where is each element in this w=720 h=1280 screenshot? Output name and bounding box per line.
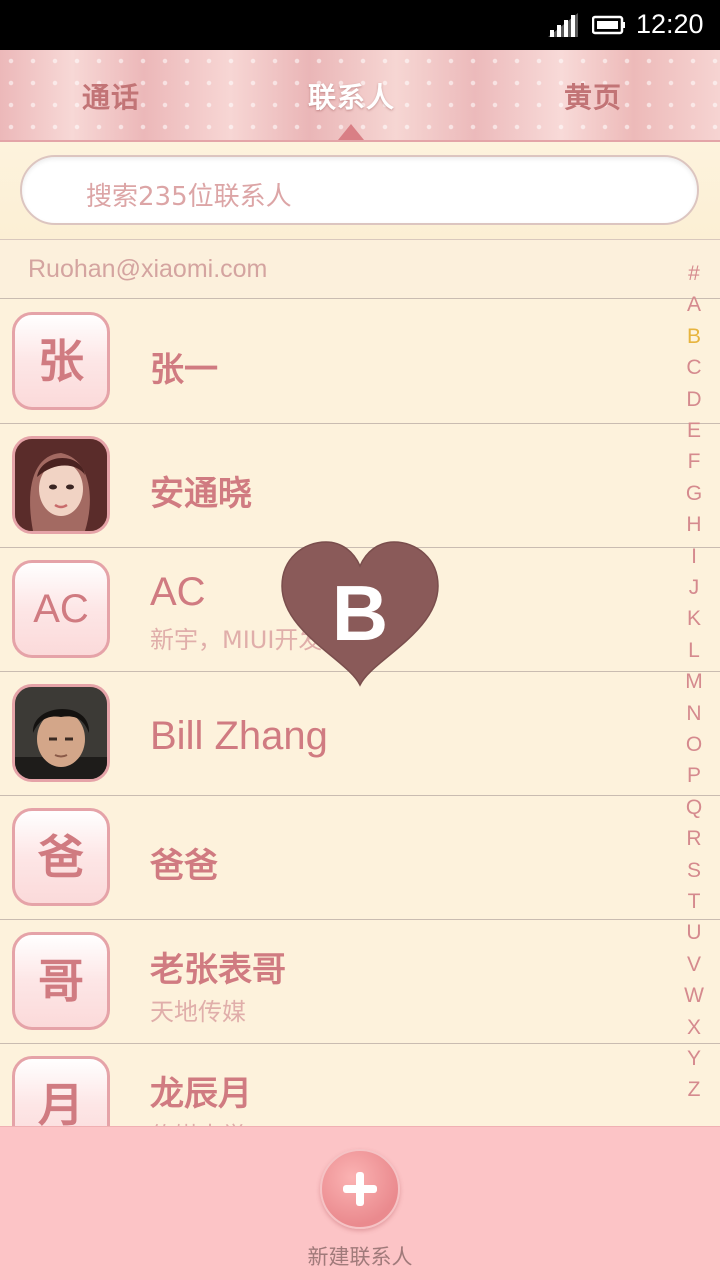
index-letter-l[interactable]: L <box>676 639 712 663</box>
tab-calls[interactable]: 通话 <box>82 76 140 116</box>
avatar: 爸 <box>12 808 110 906</box>
index-letter-c[interactable]: C <box>676 356 712 380</box>
avatar <box>12 436 110 534</box>
contact-name: Bill Zhang <box>150 714 328 758</box>
index-letter-hash[interactable]: # <box>676 262 712 286</box>
index-letter-o[interactable]: O <box>676 733 712 757</box>
search-area: 搜索235位联系人 <box>0 142 720 239</box>
contact-row[interactable]: 爸 爸爸 <box>0 796 720 920</box>
index-letter-k[interactable]: K <box>676 607 712 631</box>
active-tab-indicator <box>338 124 364 140</box>
account-email: Ruohan@xiaomi.com <box>28 255 268 283</box>
avatar: 哥 <box>12 932 110 1030</box>
index-letter-n[interactable]: N <box>676 702 712 726</box>
contact-name: 安通晓 <box>150 474 252 514</box>
contact-name: 龙辰月 <box>150 1074 252 1114</box>
battery-icon <box>592 15 625 35</box>
status-bar: 12:20 <box>0 0 720 50</box>
contact-row[interactable]: 张 张一 <box>0 300 720 424</box>
contact-subtitle: 天地传媒 <box>150 998 246 1026</box>
contact-row[interactable]: 安通晓 <box>0 424 720 548</box>
index-letter-y[interactable]: Y <box>676 1047 712 1071</box>
alphabet-index-bar[interactable]: # A B C D E F G H I J K L M N O P Q R S T U V W X Y Z <box>676 262 712 1112</box>
index-letter-p[interactable]: P <box>676 764 712 788</box>
tab-contacts[interactable]: 联系人 <box>308 76 395 116</box>
contact-row[interactable]: Bill Zhang <box>0 672 720 796</box>
index-letter-e[interactable]: E <box>676 419 712 443</box>
status-time: 12:20 <box>636 9 704 39</box>
contact-name: 张一 <box>150 350 218 390</box>
index-letter-m[interactable]: M <box>676 670 712 694</box>
avatar <box>12 684 110 782</box>
contact-row[interactable]: 哥 老张表哥 天地传媒 <box>0 920 720 1044</box>
add-contact-label: 新建联系人 <box>307 1245 413 1269</box>
contact-photo-icon <box>15 687 107 779</box>
index-letter-u[interactable]: U <box>676 921 712 945</box>
contact-name: AC <box>150 570 206 614</box>
signal-icon <box>548 13 578 37</box>
index-letter-j[interactable]: J <box>676 576 712 600</box>
index-letter-q[interactable]: Q <box>676 796 712 820</box>
avatar: 月 <box>12 1056 110 1126</box>
bottom-bar: 新建联系人 <box>0 1126 720 1280</box>
contact-row[interactable]: 月 龙辰月 传媒大学 <box>0 1044 720 1126</box>
contact-name: 爸爸 <box>150 846 218 886</box>
index-letter-a[interactable]: A <box>676 293 712 317</box>
contact-list[interactable]: 张 张一 安通晓 AC AC 新宇，MIUI开发 Bill Zhang 爸 爸爸… <box>0 300 720 1126</box>
index-letter-f[interactable]: F <box>676 450 712 474</box>
search-placeholder: 搜索235位联系人 <box>86 182 292 212</box>
contact-name: 老张表哥 <box>150 950 286 990</box>
avatar: 张 <box>12 312 110 410</box>
contact-subtitle: 传媒大学 <box>150 1116 246 1126</box>
contact-photo-icon <box>15 439 107 531</box>
index-letter-overlay: B <box>278 540 442 690</box>
index-letter-r[interactable]: R <box>676 827 712 851</box>
search-input[interactable]: 搜索235位联系人 <box>20 155 699 225</box>
index-letter-v[interactable]: V <box>676 953 712 977</box>
tab-yellow-pages[interactable]: 黄页 <box>564 76 622 116</box>
plus-icon <box>343 1172 377 1206</box>
index-letter-d[interactable]: D <box>676 388 712 412</box>
index-letter-x[interactable]: X <box>676 1016 712 1040</box>
index-letter-z[interactable]: Z <box>676 1078 712 1102</box>
avatar: AC <box>12 560 110 658</box>
index-letter-h[interactable]: H <box>676 513 712 537</box>
index-letter-i[interactable]: I <box>676 545 712 569</box>
index-letter-b[interactable]: B <box>676 325 712 349</box>
index-letter-s[interactable]: S <box>676 859 712 883</box>
index-letter-w[interactable]: W <box>676 984 712 1008</box>
account-row[interactable]: Ruohan@xiaomi.com <box>0 239 720 299</box>
add-contact-button[interactable] <box>320 1149 400 1229</box>
index-letter-t[interactable]: T <box>676 890 712 914</box>
index-letter-g[interactable]: G <box>676 482 712 506</box>
overlay-letter: B <box>331 569 389 657</box>
